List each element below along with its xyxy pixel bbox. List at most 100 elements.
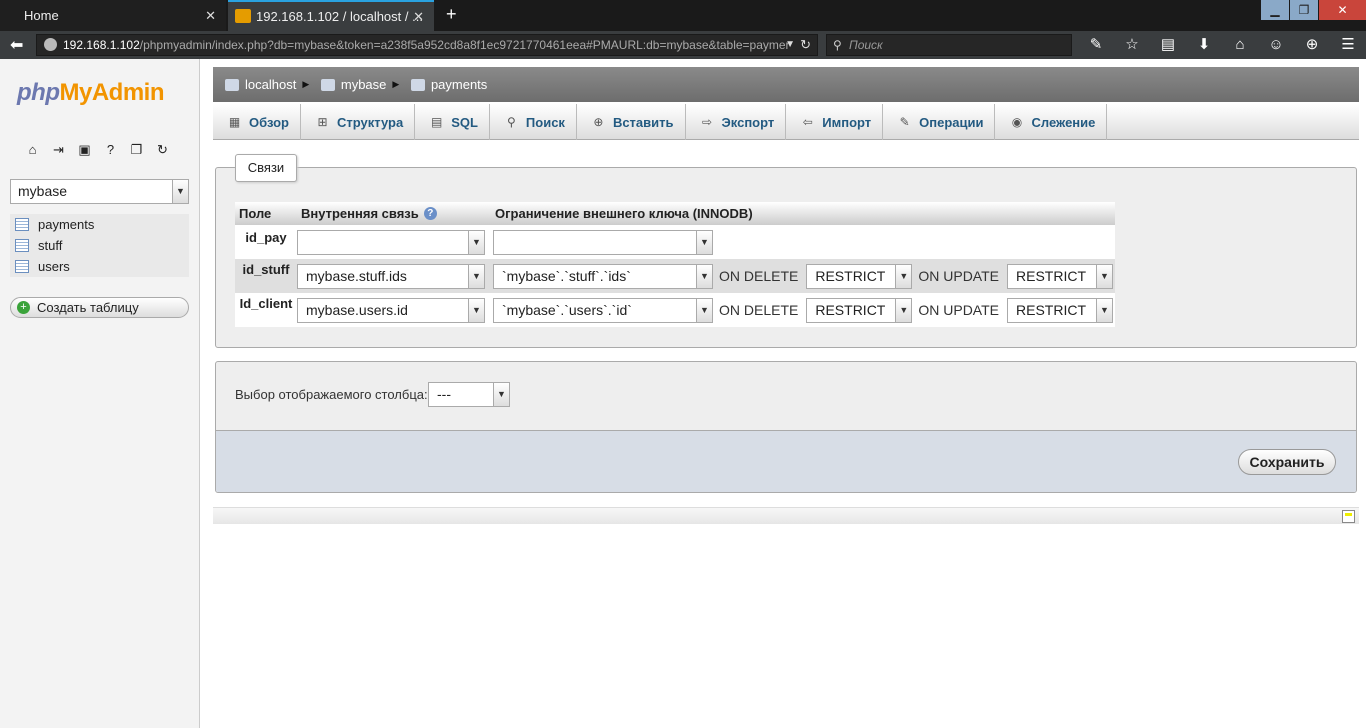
reload-icon[interactable]: ↻ xyxy=(800,35,811,55)
breadcrumb: localhost ▶ mybase ▶ payments xyxy=(213,67,1359,102)
home-icon[interactable]: ⌂ xyxy=(24,141,41,158)
table-item[interactable]: users xyxy=(10,256,189,277)
tab-export[interactable]: ⇨ Экспорт xyxy=(686,104,787,140)
smiley-icon[interactable]: ☺ xyxy=(1265,35,1287,55)
create-table-button[interactable]: + Создать таблицу xyxy=(10,297,189,318)
search-placeholder: Поиск xyxy=(849,38,883,52)
row-field: id_stuff xyxy=(242,262,290,277)
maximize-icon[interactable]: ❐ xyxy=(1290,0,1318,20)
tab-import[interactable]: ⇦ Импорт xyxy=(786,104,884,140)
wrench-icon: ✎ xyxy=(899,115,910,129)
home-icon[interactable]: ⌂ xyxy=(1229,35,1251,55)
browser-tab-home[interactable]: Home ✕ xyxy=(0,0,226,31)
menu-icon[interactable]: ☰ xyxy=(1337,35,1359,55)
chevron-down-icon: ▼ xyxy=(696,264,712,288)
on-delete-select[interactable]: RESTRICT ▼ xyxy=(806,263,913,289)
database-select-value: mybase xyxy=(18,183,68,199)
table-item[interactable]: payments xyxy=(10,214,189,235)
browser-tab-active[interactable]: 192.168.1.102 / localhost / ... ✕ xyxy=(228,0,434,31)
table-tabs: ▦ Обзор ⊞ Структура ▤ SQL ⚲ Поиск ⊕ Вставить … xyxy=(213,104,1359,140)
chevron-down-icon: ▼ xyxy=(1096,264,1112,288)
table-item[interactable]: stuff xyxy=(10,235,189,256)
on-update-label: ON UPDATE xyxy=(918,268,999,284)
phpmyadmin-logo[interactable]: phpMyAdmin xyxy=(17,79,165,107)
tab-sql[interactable]: ▤ SQL xyxy=(415,104,490,140)
on-update-label: ON UPDATE xyxy=(918,302,999,318)
on-update-select[interactable]: RESTRICT ▼ xyxy=(1007,263,1113,289)
breadcrumb-server[interactable]: localhost ▶ xyxy=(225,67,309,102)
dropdown-icon[interactable]: ▼ xyxy=(785,35,795,55)
close-icon[interactable]: ✕ xyxy=(413,2,424,31)
fk-select[interactable]: ▼ xyxy=(493,229,713,255)
reading-list-icon[interactable]: ▤ xyxy=(1157,35,1179,55)
internal-relation-select[interactable]: mybase.users.id ▼ xyxy=(297,297,485,323)
database-select[interactable]: mybase ▼ xyxy=(10,179,189,204)
query-window-icon[interactable]: ▣ xyxy=(76,141,93,158)
browser-titlebar: Home ✕ 192.168.1.102 / localhost / ... ✕… xyxy=(0,0,1366,31)
console-icon[interactable] xyxy=(1342,510,1355,523)
back-arrow-icon[interactable]: ⬅ xyxy=(10,35,23,55)
relations-table: Поле Внутренняя связь? Ограничение внешн… xyxy=(235,202,1115,327)
console-bar xyxy=(213,507,1359,524)
refresh-icon[interactable]: ↻ xyxy=(154,141,171,158)
chevron-down-icon: ▼ xyxy=(1096,298,1112,322)
globe-icon xyxy=(44,38,57,51)
header-internal: Внутренняя связь xyxy=(301,206,419,221)
header-internal-cell: Внутренняя связь? xyxy=(297,202,493,225)
separator-arrow-icon: ▶ xyxy=(392,79,400,89)
new-tab-icon[interactable]: + xyxy=(446,4,457,25)
display-column-select[interactable]: --- ▼ xyxy=(428,382,510,407)
header-field: Поле xyxy=(239,206,272,221)
tab-structure[interactable]: ⊞ Структура xyxy=(301,104,416,140)
chevron-down-icon: ▼ xyxy=(172,180,188,203)
tab-insert[interactable]: ⊕ Вставить xyxy=(577,104,686,140)
wrench-icon[interactable]: ✎ xyxy=(1085,35,1107,55)
minimize-icon[interactable]: ▁ xyxy=(1261,0,1289,20)
on-update-select[interactable]: RESTRICT ▼ xyxy=(1007,297,1113,323)
close-icon[interactable]: ✕ xyxy=(205,0,216,31)
quick-links: ⌂ ⇥ ▣ ? ❐ ↻ xyxy=(24,141,171,158)
url-path: /phpmyadmin/index.php?db=mybase&token=a2… xyxy=(139,38,790,52)
table-icon xyxy=(15,218,29,231)
browse-icon: ▦ xyxy=(228,115,241,129)
docs-icon[interactable]: ? xyxy=(102,141,119,158)
relation-row: id_stuff mybase.stuff.ids ▼ `mybase`.`stu… xyxy=(235,259,1115,293)
address-bar[interactable]: 192.168.1.102/phpmyadmin/index.php?db=my… xyxy=(36,34,818,56)
chevron-down-icon: ▼ xyxy=(696,298,712,322)
header-fk: Ограничение внешнего ключа (INNODB) xyxy=(495,206,753,221)
search-input[interactable]: ⚲ Поиск xyxy=(826,34,1072,56)
display-column-label: Выбор отображаемого столбца: xyxy=(235,387,428,402)
on-delete-label: ON DELETE xyxy=(719,268,799,284)
download-icon[interactable]: ⬇ xyxy=(1193,35,1215,55)
table-list: payments stuff users xyxy=(10,214,189,277)
export-icon: ⇨ xyxy=(701,115,713,129)
save-button[interactable]: Сохранить xyxy=(1238,449,1336,475)
browser-navbar: ⬅ 192.168.1.102/phpmyadmin/index.php?db=… xyxy=(0,31,1366,59)
chevron-down-icon: ▼ xyxy=(468,230,484,254)
help-icon[interactable]: ? xyxy=(423,207,437,220)
copy-icon[interactable]: ❐ xyxy=(128,141,145,158)
breadcrumb-table[interactable]: payments xyxy=(410,67,487,102)
database-icon xyxy=(320,78,335,91)
fk-select[interactable]: `mybase`.`users`.`id` ▼ xyxy=(493,297,713,323)
tab-operations[interactable]: ✎ Операции xyxy=(883,104,996,140)
row-field: Id_client xyxy=(239,296,293,311)
exit-icon[interactable]: ⇥ xyxy=(50,141,67,158)
breadcrumb-database[interactable]: mybase ▶ xyxy=(320,67,400,102)
chevron-down-icon: ▼ xyxy=(895,264,912,288)
structure-icon: ⊞ xyxy=(317,115,328,129)
tab-browse[interactable]: ▦ Обзор xyxy=(213,104,301,140)
internal-relation-select[interactable]: mybase.stuff.ids ▼ xyxy=(297,263,485,289)
window-close-icon[interactable]: ✕ xyxy=(1319,0,1366,20)
globe-addon-icon[interactable]: ⊕ xyxy=(1301,35,1323,55)
relations-header: Поле Внутренняя связь? Ограничение внешн… xyxy=(235,202,1115,225)
on-delete-select[interactable]: RESTRICT ▼ xyxy=(806,297,913,323)
relation-row: id_pay ▼ ▼ xyxy=(235,225,1115,259)
fk-select[interactable]: `mybase`.`stuff`.`ids` ▼ xyxy=(493,263,713,289)
tab-search[interactable]: ⚲ Поиск xyxy=(490,104,577,140)
separator-arrow-icon: ▶ xyxy=(302,79,310,89)
internal-relation-select[interactable]: ▼ xyxy=(297,229,485,255)
table-icon xyxy=(410,78,425,91)
tab-tracking[interactable]: ◉ Слежение xyxy=(995,104,1108,140)
star-icon[interactable]: ☆ xyxy=(1121,35,1143,55)
